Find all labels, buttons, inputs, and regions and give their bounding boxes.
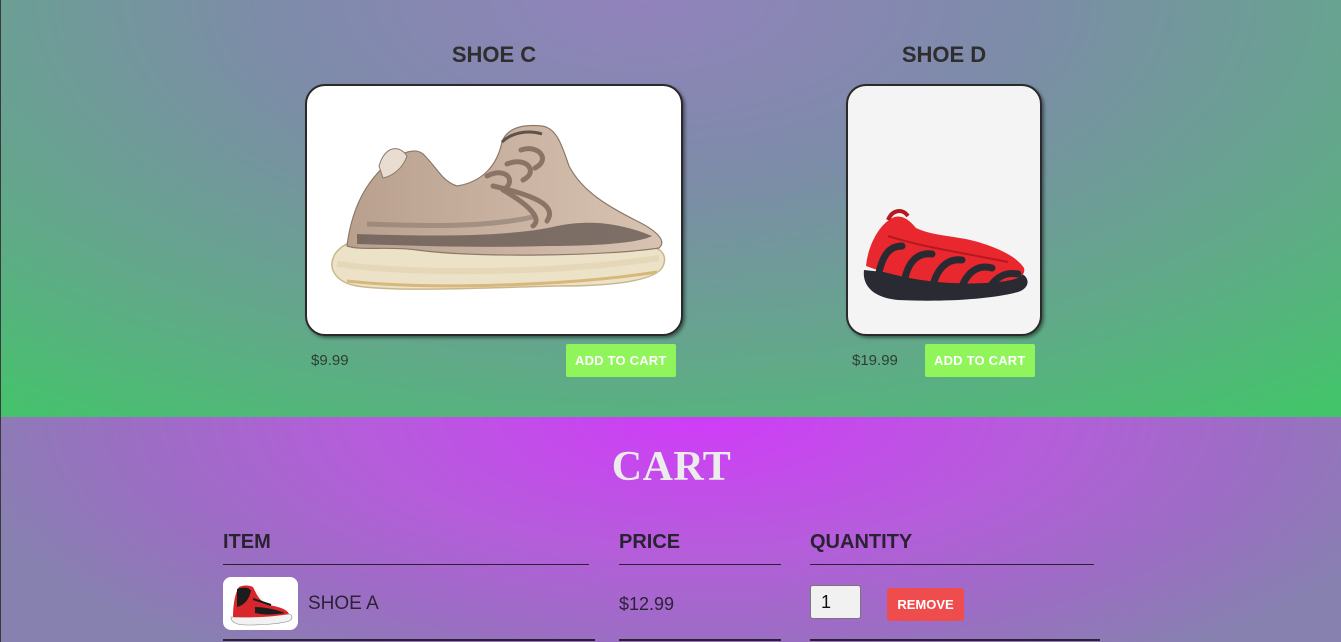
shoe-yeezy-image bbox=[331, 124, 666, 290]
column-header-item: ITEM bbox=[223, 531, 589, 565]
product-price: $19.99 bbox=[852, 352, 898, 369]
shoe-jordan-image bbox=[230, 585, 293, 626]
product-card-shoe-d: SHOE D $19.99 ADD TO CART bbox=[846, 38, 1042, 380]
cart-item-price: $12.99 bbox=[619, 594, 675, 614]
cart-title: CART bbox=[611, 444, 732, 490]
add-to-cart-button[interactable]: ADD TO CART bbox=[566, 344, 676, 377]
add-to-cart-button[interactable]: ADD TO CART bbox=[925, 344, 1035, 377]
shoe-red-runner-image bbox=[863, 209, 1028, 301]
product-footer: $9.99 ADD TO CART bbox=[305, 344, 683, 380]
product-title: SHOE D bbox=[901, 42, 987, 67]
quantity-input[interactable] bbox=[810, 585, 861, 619]
row-divider bbox=[223, 639, 595, 641]
cart-item-name: SHOE A bbox=[308, 593, 379, 614]
row-divider bbox=[619, 639, 781, 641]
column-header-price: PRICE bbox=[619, 531, 781, 565]
product-price: $9.99 bbox=[311, 352, 349, 369]
column-header-quantity: QUANTITY bbox=[810, 531, 1094, 565]
product-footer: $19.99 ADD TO CART bbox=[846, 344, 1042, 380]
product-card-shoe-c: SHOE C $9.99 ADD TO CART bbox=[305, 38, 683, 380]
shop-section: SHOE C $9.99 ADD TO CART SHOE D $19.99 A… bbox=[0, 0, 1341, 417]
product-title: SHOE C bbox=[451, 42, 537, 67]
remove-button[interactable]: REMOVE bbox=[887, 588, 964, 621]
cart-item-thumbnail bbox=[223, 577, 298, 630]
product-image[interactable] bbox=[846, 84, 1042, 336]
product-image[interactable] bbox=[305, 84, 683, 336]
row-divider bbox=[810, 639, 1100, 641]
cart-section: CART ITEM PRICE QUANTITY SHOE A $12.99 R… bbox=[0, 417, 1341, 642]
